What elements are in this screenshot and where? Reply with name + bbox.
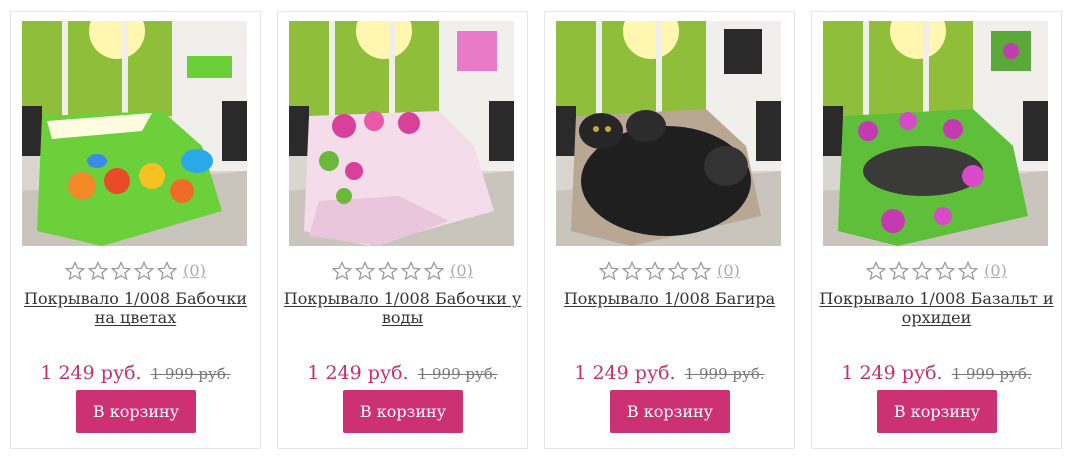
star-outline-icon[interactable] [424, 261, 445, 281]
product-image[interactable] [22, 21, 247, 246]
product-title-link[interactable]: Покрывало 1/008 Бабочки на цветах [15, 289, 256, 327]
price-block: 1 249 руб. 1 999 руб. [545, 362, 794, 384]
current-price: 1 249 руб. [307, 362, 409, 384]
review-count-link[interactable]: (0) [450, 261, 473, 281]
bedroom-photo-tulips [22, 21, 247, 246]
bedroom-photo-black-panther [556, 21, 781, 246]
star-outline-icon[interactable] [65, 261, 86, 281]
product-title-link[interactable]: Покрывало 1/008 Бабочки у воды [282, 289, 523, 327]
review-count-link[interactable]: (0) [717, 261, 740, 281]
star-outline-icon[interactable] [599, 261, 620, 281]
star-outline-icon[interactable] [332, 261, 353, 281]
star-outline-icon[interactable] [958, 261, 979, 281]
rating: (0) [11, 260, 260, 282]
add-to-cart-button[interactable]: В корзину [610, 390, 730, 433]
rating: (0) [278, 260, 527, 282]
star-outline-icon[interactable] [889, 261, 910, 281]
star-rating[interactable] [65, 261, 178, 281]
bedroom-photo-basalt-orchids [823, 21, 1048, 246]
product-grid: (0) Покрывало 1/008 Бабочки на цветах 1 … [0, 0, 1069, 461]
product-image[interactable] [289, 21, 514, 246]
review-count-link[interactable]: (0) [984, 261, 1007, 281]
product-image[interactable] [556, 21, 781, 246]
star-outline-icon[interactable] [912, 261, 933, 281]
star-outline-icon[interactable] [622, 261, 643, 281]
star-rating[interactable] [332, 261, 445, 281]
add-to-cart-button[interactable]: В корзину [76, 390, 196, 433]
current-price: 1 249 руб. [40, 362, 142, 384]
product-card: (0) Покрывало 1/008 Бабочки у воды 1 249… [277, 11, 528, 449]
add-to-cart-button[interactable]: В корзину [343, 390, 463, 433]
product-image[interactable] [823, 21, 1048, 246]
current-price: 1 249 руб. [574, 362, 676, 384]
review-count-link[interactable]: (0) [183, 261, 206, 281]
old-price: 1 999 руб. [951, 365, 1032, 383]
star-outline-icon[interactable] [157, 261, 178, 281]
rating: (0) [545, 260, 794, 282]
price-block: 1 249 руб. 1 999 руб. [812, 362, 1061, 384]
star-outline-icon[interactable] [401, 261, 422, 281]
product-card: (0) Покрывало 1/008 Бабочки на цветах 1 … [10, 11, 261, 449]
bedroom-photo-pink-flowers [289, 21, 514, 246]
add-to-cart-button[interactable]: В корзину [877, 390, 997, 433]
old-price: 1 999 руб. [150, 365, 231, 383]
rating: (0) [812, 260, 1061, 282]
product-title-link[interactable]: Покрывало 1/008 Базальт и орхидеи [816, 289, 1057, 327]
star-outline-icon[interactable] [134, 261, 155, 281]
product-card: (0) Покрывало 1/008 Багира 1 249 руб. 1 … [544, 11, 795, 449]
star-rating[interactable] [599, 261, 712, 281]
price-block: 1 249 руб. 1 999 руб. [11, 362, 260, 384]
star-outline-icon[interactable] [355, 261, 376, 281]
star-outline-icon[interactable] [668, 261, 689, 281]
product-title-link[interactable]: Покрывало 1/008 Багира [549, 289, 790, 308]
old-price: 1 999 руб. [684, 365, 765, 383]
star-outline-icon[interactable] [866, 261, 887, 281]
product-card: (0) Покрывало 1/008 Базальт и орхидеи 1 … [811, 11, 1062, 449]
star-outline-icon[interactable] [88, 261, 109, 281]
old-price: 1 999 руб. [417, 365, 498, 383]
price-block: 1 249 руб. 1 999 руб. [278, 362, 527, 384]
star-outline-icon[interactable] [935, 261, 956, 281]
star-outline-icon[interactable] [378, 261, 399, 281]
star-outline-icon[interactable] [645, 261, 666, 281]
star-rating[interactable] [866, 261, 979, 281]
star-outline-icon[interactable] [111, 261, 132, 281]
current-price: 1 249 руб. [841, 362, 943, 384]
star-outline-icon[interactable] [691, 261, 712, 281]
